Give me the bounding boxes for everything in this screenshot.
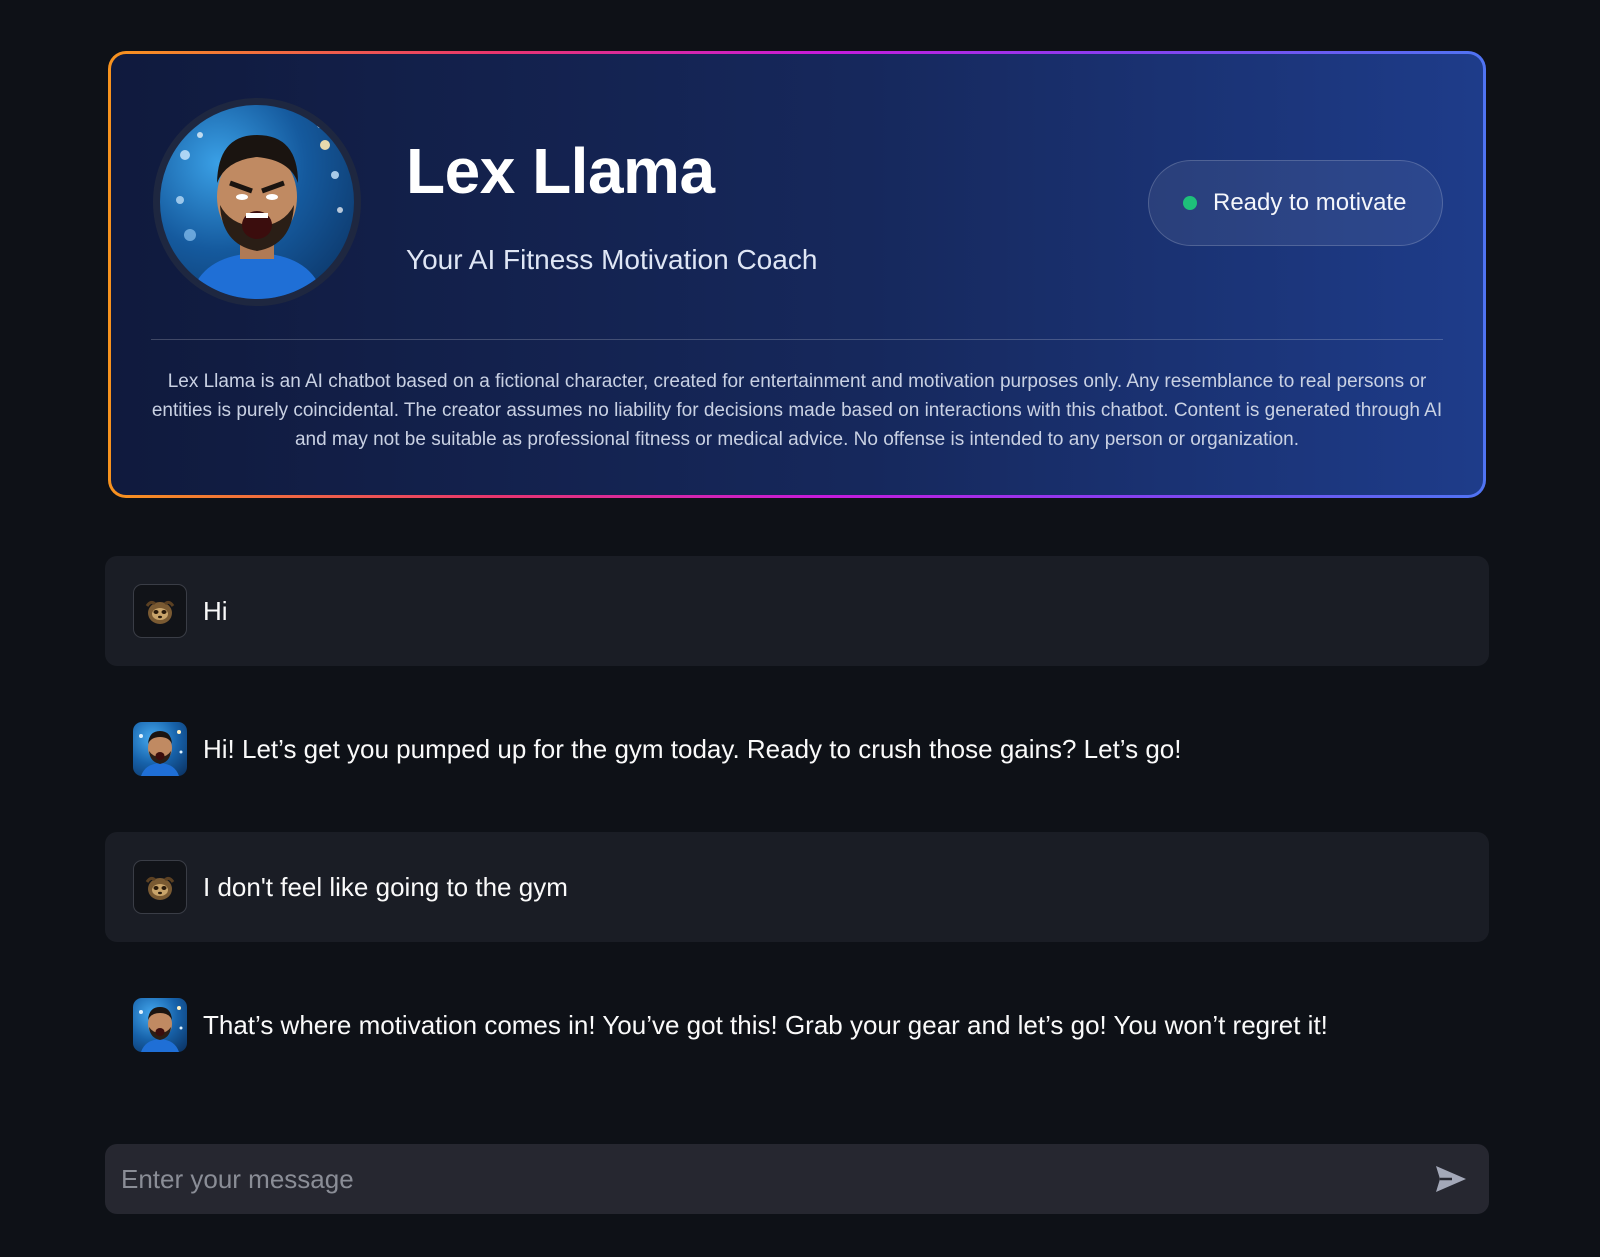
status-badge: Ready to motivate — [1148, 160, 1443, 246]
chat-message-assistant: Hi! Let’s get you pumped up for the gym … — [105, 694, 1489, 804]
page-subtitle: Your AI Fitness Motivation Coach — [406, 244, 818, 275]
coach-avatar-icon — [133, 998, 187, 1052]
status-label: Ready to motivate — [1213, 189, 1407, 216]
sloth-avatar-icon — [133, 860, 187, 914]
chat-input-bar — [105, 1144, 1489, 1214]
message-text: Hi — [203, 595, 228, 626]
coach-portrait-icon — [176, 122, 343, 299]
message-text: That’s where motivation comes in! You’ve… — [203, 1009, 1328, 1040]
coach-avatar-icon — [133, 722, 187, 776]
chat-message-user: Hi — [105, 556, 1489, 666]
send-button[interactable] — [1429, 1157, 1473, 1201]
disclaimer-text: Lex Llama is an AI chatbot based on a fi… — [151, 371, 1443, 450]
header-divider — [151, 339, 1443, 340]
chat-messages: Hi Hi! Let’s get you pumped up for the g… — [105, 556, 1489, 1108]
coach-header-inner: Lex Llama Your AI Fitness Motivation Coa… — [111, 54, 1483, 495]
chat-message-input[interactable] — [121, 1144, 1429, 1214]
chat-message-user: I don't feel like going to the gym — [105, 832, 1489, 942]
coach-avatar — [153, 98, 361, 306]
coach-header-card: Lex Llama Your AI Fitness Motivation Coa… — [108, 51, 1486, 498]
status-dot-icon — [1183, 196, 1197, 210]
sloth-avatar-icon — [133, 584, 187, 638]
page-title: Lex Llama — [406, 135, 715, 207]
message-text: Hi! Let’s get you pumped up for the gym … — [203, 733, 1182, 764]
message-text: I don't feel like going to the gym — [203, 871, 568, 902]
chat-message-assistant: That’s where motivation comes in! You’ve… — [105, 970, 1489, 1080]
send-icon — [1436, 1166, 1466, 1192]
